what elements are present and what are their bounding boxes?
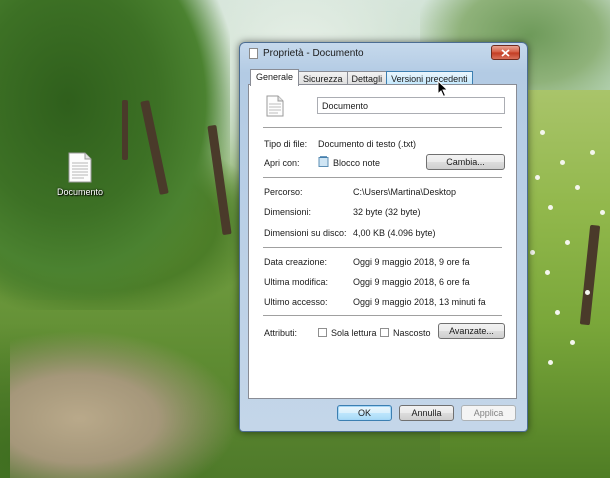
change-button[interactable]: Cambia... (426, 154, 505, 170)
file-type-value: Documento di testo (.txt) (318, 139, 417, 149)
notepad-icon (318, 156, 329, 167)
cancel-button[interactable]: Annulla (399, 405, 454, 421)
separator (263, 247, 502, 248)
location-label: Percorso: (264, 187, 303, 197)
file-type-label: Tipo di file: (264, 139, 308, 149)
modified-label: Ultima modifica: (264, 277, 329, 287)
mouse-cursor-icon (437, 80, 449, 98)
hidden-label: Nascosto (393, 328, 431, 338)
readonly-label: Sola lettura (331, 328, 377, 338)
accessed-label: Ultimo accesso: (264, 297, 328, 307)
separator (263, 177, 502, 178)
separator (263, 315, 502, 316)
attributes-label: Attributi: (264, 328, 298, 338)
modified-value: Oggi 9 maggio 2018, 6 ore fa (353, 277, 470, 287)
size-value: 32 byte (32 byte) (353, 207, 421, 217)
ok-button[interactable]: OK (337, 405, 392, 421)
dialog-title: Proprietà - Documento (263, 48, 364, 59)
general-tab-page: Documento Tipo di file: Documento di tes… (248, 84, 517, 399)
title-bar[interactable]: Proprietà - Documento (240, 43, 527, 65)
created-label: Data creazione: (264, 257, 328, 267)
size-label: Dimensioni: (264, 207, 312, 217)
close-icon (501, 48, 510, 57)
tab-generale[interactable]: Generale (250, 69, 300, 86)
hidden-checkbox[interactable] (380, 328, 389, 337)
separator (263, 127, 502, 128)
created-value: Oggi 9 maggio 2018, 9 ore fa (353, 257, 470, 267)
open-with-value: Blocco note (333, 158, 381, 168)
properties-dialog: Proprietà - Documento Generale Sicurezza… (239, 42, 528, 432)
accessed-value: Oggi 9 maggio 2018, 13 minuti fa (353, 297, 486, 307)
file-type-icon (266, 95, 284, 117)
desktop-file-label: Documento (56, 187, 104, 197)
open-with-label: Apri con: (264, 158, 300, 168)
apply-button[interactable]: Applica (461, 405, 516, 421)
readonly-checkbox[interactable] (318, 328, 327, 337)
advanced-button[interactable]: Avanzate... (438, 323, 505, 339)
size-on-disk-value: 4,00 KB (4.096 byte) (353, 228, 436, 238)
file-name-input[interactable]: Documento (317, 97, 505, 114)
text-document-icon (68, 152, 92, 183)
location-value: C:\Users\Martina\Desktop (353, 187, 457, 197)
desktop-file-icon[interactable]: Documento (52, 152, 108, 197)
document-icon (249, 48, 258, 59)
close-button[interactable] (491, 45, 520, 60)
size-on-disk-label: Dimensioni su disco: (264, 228, 347, 238)
